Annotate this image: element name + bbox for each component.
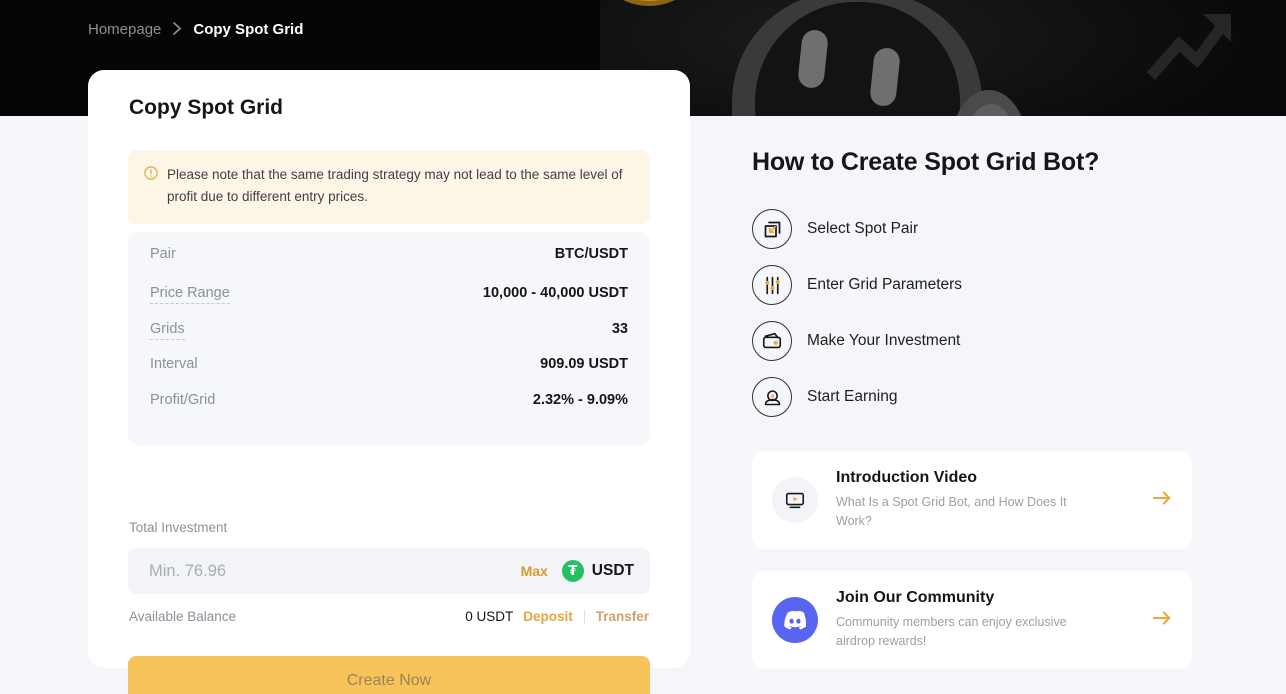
how-to-panel: How to Create Spot Grid Bot? Select Spot… [752, 148, 1192, 669]
param-value-interval: 909.09 USDT [540, 355, 628, 372]
warning-notice: Please note that the same trading strate… [128, 150, 650, 224]
earnings-icon: $ [752, 377, 792, 417]
divider [583, 609, 585, 624]
chevron-right-icon [173, 21, 182, 38]
promo-title: Join Our Community [836, 589, 995, 606]
table-row: Interval 909.09 USDT [150, 356, 628, 393]
warning-notice-text: Please note that the same trading strate… [167, 167, 623, 204]
promo-subtitle: What Is a Spot Grid Bot, and How Does It… [836, 495, 1067, 528]
breadcrumb-home-link[interactable]: Homepage [88, 21, 161, 38]
param-label-grids[interactable]: Grids [150, 319, 185, 340]
param-value-price-range: 10,000 - 40,000 USDT [482, 284, 628, 301]
step-label: Start Earning [807, 388, 898, 405]
arrow-right-icon[interactable] [1152, 489, 1172, 512]
deposit-link[interactable]: Deposit [523, 609, 573, 624]
total-investment-label: Total Investment [129, 520, 228, 535]
table-row: Profit/Grid 2.32% - 9.09% [150, 392, 628, 429]
step-start-earning: $ Start Earning [752, 369, 1192, 425]
create-now-button[interactable]: Create Now [128, 656, 650, 694]
hero-banner-artwork: ₿ [590, 0, 1286, 116]
step-enter-grid-parameters: Enter Grid Parameters [752, 257, 1192, 313]
bitcoin-coin-icon: ₿ [590, 0, 708, 6]
wallet-icon [752, 321, 792, 361]
max-button[interactable]: Max [521, 563, 548, 579]
video-icon [772, 477, 818, 523]
param-label-price-range[interactable]: Price Range [150, 283, 230, 304]
currency-label: USDT [591, 562, 634, 579]
step-label: Select Spot Pair [807, 220, 919, 237]
param-value-pair: BTC/USDT [554, 246, 628, 262]
available-balance-row: Available Balance 0 USDT Deposit Transfe… [129, 609, 649, 624]
promo-body: Introduction Video What Is a Spot Grid B… [836, 469, 1134, 531]
currency-chip: ₮ USDT [561, 560, 634, 582]
growth-arrow-icon [1146, 14, 1231, 80]
breadcrumb-current: Copy Spot Grid [193, 21, 304, 38]
step-label: Make Your Investment [807, 332, 961, 349]
total-investment-field[interactable]: Min. 76.96 Max ₮ USDT [128, 548, 650, 594]
param-value-profit-grid: 2.32% - 9.09% [532, 392, 628, 408]
available-balance-value: 0 USDT [465, 609, 514, 624]
promo-subtitle: Community members can enjoy exclusive ai… [836, 615, 1067, 648]
usdt-token-icon: ₮ [561, 560, 584, 582]
available-balance-label: Available Balance [129, 609, 237, 624]
promo-title: Introduction Video [836, 469, 978, 486]
arrow-right-icon[interactable] [1152, 609, 1172, 632]
param-value-grids: 33 [611, 321, 628, 337]
warning-circle-icon [144, 166, 158, 208]
breadcrumb: Homepage Copy Spot Grid [88, 21, 303, 38]
table-row: Pair BTC/USDT [150, 246, 628, 283]
step-label: Enter Grid Parameters [807, 276, 963, 293]
param-label-pair: Pair [150, 246, 176, 262]
strategy-parameters-table: Pair BTC/USDT Price Range 10,000 - 40,00… [128, 232, 650, 445]
page-root: ₿ Homepage Copy Spot Grid Copy Spot Grid [0, 0, 1286, 694]
copy-spot-grid-card: Copy Spot Grid Please note that the same… [88, 70, 690, 694]
table-row: Price Range 10,000 - 40,000 USDT [150, 283, 628, 320]
page-title: Copy Spot Grid [129, 96, 283, 119]
step-select-spot-pair: Select Spot Pair [752, 201, 1192, 257]
param-label-profit-grid: Profit/Grid [150, 392, 216, 408]
investment-input-placeholder[interactable]: Min. 76.96 [149, 562, 521, 581]
param-label-interval: Interval [150, 355, 198, 372]
promo-body: Join Our Community Community members can… [836, 589, 1134, 651]
promo-card-introduction-video[interactable]: Introduction Video What Is a Spot Grid B… [752, 451, 1192, 549]
discord-icon [772, 597, 818, 643]
how-to-title: How to Create Spot Grid Bot? [752, 148, 1100, 176]
select-pair-icon [752, 209, 792, 249]
sliders-icon [752, 265, 792, 305]
transfer-link[interactable]: Transfer [596, 609, 649, 624]
step-make-your-investment: Make Your Investment [752, 313, 1192, 369]
table-row: Grids 33 [150, 319, 628, 356]
how-to-steps: Select Spot Pair Enter Grid Parameters M… [752, 201, 1192, 425]
promo-card-join-community[interactable]: Join Our Community Community members can… [752, 571, 1192, 669]
